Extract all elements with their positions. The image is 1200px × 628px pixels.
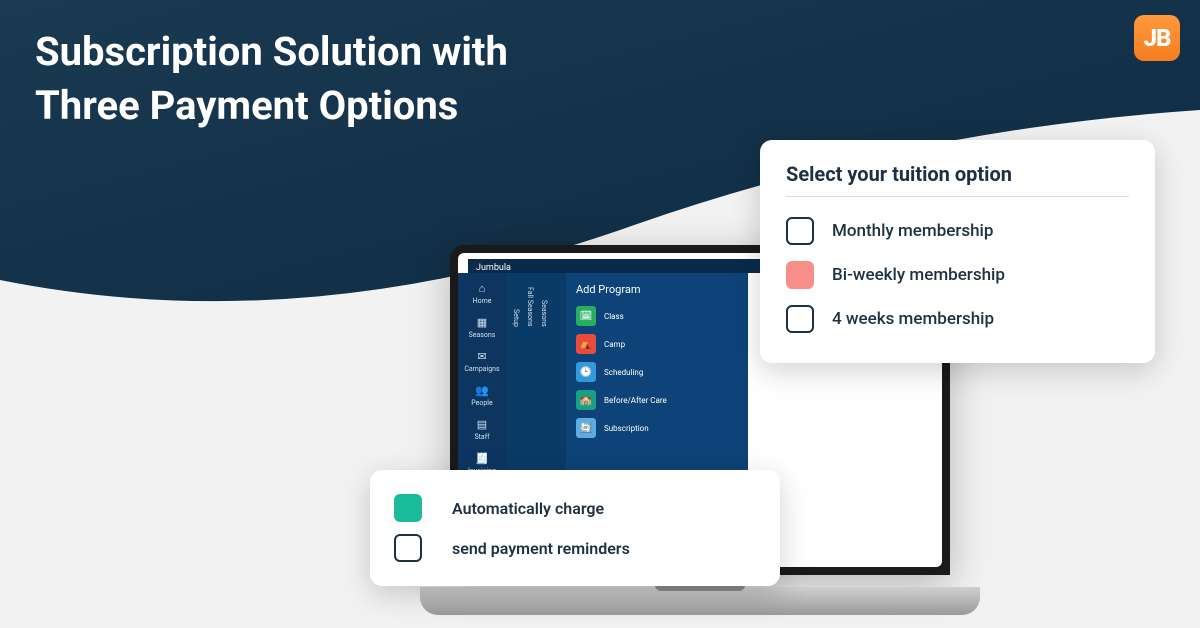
- program-icon: 🕒: [576, 362, 596, 382]
- sidebar-staff-icon: ▤: [475, 417, 489, 431]
- headline-line-2: Three Payment Options: [35, 79, 508, 133]
- program-icon: 🏫: [576, 390, 596, 410]
- tuition-option-label: Monthly membership: [832, 221, 993, 241]
- tuition-option-list: Monthly membership Bi-weekly membership 4 …: [786, 209, 1129, 341]
- sidebar-seasons-icon: ▦: [475, 315, 489, 329]
- payment-option-0[interactable]: Automatically charge: [394, 488, 756, 528]
- mid-tab-setup[interactable]: Setup: [510, 303, 522, 333]
- sidebar-item-label: Staff: [474, 433, 489, 441]
- payment-settings-card: Automatically charge send payment reminde…: [370, 470, 780, 586]
- sidebar-invoicing-icon: 🧾: [475, 451, 489, 465]
- sidebar-campaigns-icon: ✉: [475, 349, 489, 363]
- tuition-checkbox[interactable]: [786, 305, 814, 333]
- tuition-option-label: 4 weeks membership: [832, 309, 994, 329]
- sidebar-item-people[interactable]: 👥 People: [471, 383, 492, 407]
- program-list: 🗓 Class ⛺ Camp 🕒 Scheduling 🏫 Before/After Care…: [576, 306, 738, 438]
- mid-tab-seasons[interactable]: Seasons: [538, 294, 550, 333]
- sidebar-item-staff[interactable]: ▤ Staff: [474, 417, 489, 441]
- program-item-subscription[interactable]: 🔄 Subscription: [576, 418, 738, 438]
- mid-tab-fall-seasons[interactable]: Fall Seasons: [524, 281, 536, 332]
- headline-line-1: Subscription Solution with: [35, 25, 508, 79]
- program-label: Class: [604, 312, 624, 321]
- payment-checkbox[interactable]: [394, 494, 422, 522]
- program-label: Before/After Care: [604, 396, 667, 405]
- sidebar-item-campaigns[interactable]: ✉ Campaigns: [464, 349, 499, 373]
- tuition-option-2[interactable]: 4 weeks membership: [786, 297, 1129, 341]
- sidebar-home-icon: ⌂: [475, 281, 489, 295]
- program-item-before-after-care[interactable]: 🏫 Before/After Care: [576, 390, 738, 410]
- add-program-title: Add Program: [576, 283, 738, 296]
- payment-option-label: send payment reminders: [452, 539, 630, 558]
- tuition-option-1[interactable]: Bi-weekly membership: [786, 253, 1129, 297]
- program-icon: 🔄: [576, 418, 596, 438]
- payment-option-list: Automatically charge send payment reminde…: [394, 488, 756, 568]
- tuition-option-0[interactable]: Monthly membership: [786, 209, 1129, 253]
- payment-option-1[interactable]: send payment reminders: [394, 528, 756, 568]
- sidebar-item-label: Home: [473, 297, 492, 305]
- tuition-option-label: Bi-weekly membership: [832, 265, 1005, 285]
- sidebar-item-home[interactable]: ⌂ Home: [473, 281, 492, 305]
- program-item-camp[interactable]: ⛺ Camp: [576, 334, 738, 354]
- program-item-scheduling[interactable]: 🕒 Scheduling: [576, 362, 738, 382]
- logo-text: JB: [1144, 24, 1171, 52]
- laptop-base: [420, 587, 980, 615]
- payment-option-label: Automatically charge: [452, 499, 604, 518]
- tuition-checkbox[interactable]: [786, 261, 814, 289]
- program-icon: ⛺: [576, 334, 596, 354]
- program-label: Subscription: [604, 424, 649, 433]
- program-label: Camp: [604, 340, 625, 349]
- sidebar-item-label: People: [471, 399, 492, 407]
- page-headline: Subscription Solution with Three Payment…: [35, 25, 508, 133]
- program-icon: 🗓: [576, 306, 596, 326]
- jb-logo: JB: [1134, 15, 1180, 61]
- tuition-checkbox[interactable]: [786, 217, 814, 245]
- program-item-class[interactable]: 🗓 Class: [576, 306, 738, 326]
- sidebar-item-seasons[interactable]: ▦ Seasons: [469, 315, 496, 339]
- tuition-card-title: Select your tuition option: [786, 162, 1129, 197]
- program-label: Scheduling: [604, 368, 643, 377]
- payment-checkbox[interactable]: [394, 534, 422, 562]
- sidebar-item-label: Seasons: [469, 331, 496, 339]
- sidebar-item-label: Campaigns: [464, 365, 499, 373]
- sidebar-people-icon: 👥: [475, 383, 489, 397]
- tuition-options-card: Select your tuition option Monthly membe…: [760, 140, 1155, 363]
